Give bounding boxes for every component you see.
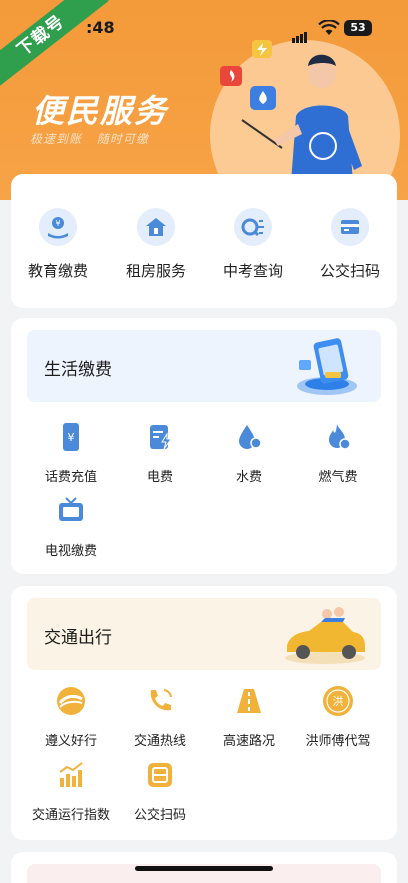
item-label: 高速路况 — [222, 734, 275, 749]
banner-illustration — [220, 40, 362, 196]
highway-icon — [232, 684, 266, 718]
traffic-item-driver[interactable]: 洪 洪师傅代驾 — [293, 684, 383, 749]
bus-scan-icon — [143, 758, 177, 792]
quick-item-bus[interactable]: 公交扫码 — [307, 208, 393, 281]
quick-item-label: 教育缴费 — [27, 262, 88, 280]
item-label: 遵义好行 — [44, 734, 97, 749]
item-label: 话费充值 — [44, 470, 97, 485]
item-label: 电视缴费 — [44, 544, 97, 559]
life-payment-header[interactable]: 生活缴费 — [27, 330, 381, 402]
item-label: 公交扫码 — [133, 808, 186, 823]
traffic-item-bus-scan[interactable]: 公交扫码 — [115, 758, 205, 823]
life-item-tv[interactable]: 电视缴费 — [26, 494, 116, 559]
banner-title: 便民服务 — [32, 92, 169, 130]
quick-services-card: ¥ 教育缴费 租房服务 中考查询 公交扫码 — [11, 174, 397, 308]
banner: :48 53 下载号 便民服务 极速到账 随时可缴 — [0, 0, 408, 200]
watermark-ribbon: 下载号 — [0, 0, 109, 94]
gas-icon — [321, 420, 355, 454]
traffic-item-index[interactable]: 交通运行指数 — [26, 758, 116, 823]
quick-item-label: 租房服务 — [125, 262, 186, 280]
item-label: 交通运行指数 — [31, 808, 110, 823]
item-label: 交通热线 — [133, 734, 186, 749]
item-label: 洪师傅代驾 — [305, 734, 371, 749]
quick-item-rent[interactable]: 租房服务 — [113, 208, 199, 281]
traffic-item-zunyi[interactable]: 遵义好行 — [26, 684, 116, 749]
electricity-icon — [143, 420, 177, 454]
hotline-icon — [143, 684, 177, 718]
phone-recharge-icon: ¥ — [54, 420, 88, 454]
home-indicator[interactable] — [135, 866, 273, 871]
traffic-card: 交通出行 遵义好行 交通热线 高速路况 洪 洪师傅代驾 交通运行指数 公交扫码 — [11, 586, 397, 840]
section-title: 交通出行 — [44, 628, 112, 648]
item-label: 电费 — [146, 470, 173, 485]
life-item-electricity[interactable]: 电费 — [115, 420, 205, 485]
traffic-index-icon — [54, 758, 88, 792]
svg-text:¥: ¥ — [68, 431, 75, 444]
quick-item-label: 中考查询 — [222, 262, 283, 280]
water-icon — [232, 420, 266, 454]
traffic-item-hotline[interactable]: 交通热线 — [115, 684, 205, 749]
svg-text:¥: ¥ — [55, 219, 60, 228]
item-label: 水费 — [235, 470, 262, 485]
banner-subtitle-right: 随时可缴 — [96, 132, 149, 146]
exam-query-icon — [234, 208, 272, 246]
battery-icon: 53 — [344, 20, 372, 36]
quick-item-exam[interactable]: 中考查询 — [210, 208, 296, 281]
car-illustration — [285, 607, 365, 664]
life-item-water[interactable]: 水费 — [204, 420, 294, 485]
bus-card-icon — [331, 208, 369, 246]
phone-pay-illustration — [297, 338, 357, 395]
wifi-icon — [318, 20, 340, 35]
tv-icon — [54, 494, 88, 528]
traffic-item-highway[interactable]: 高速路况 — [204, 684, 294, 749]
life-item-gas[interactable]: 燃气费 — [293, 420, 383, 485]
banner-subtitle-left: 极速到账 — [30, 132, 83, 146]
education-fee-icon: ¥ — [39, 208, 77, 246]
life-item-phone[interactable]: ¥ 话费充值 — [26, 420, 116, 485]
quick-item-label: 公交扫码 — [319, 262, 380, 280]
clock: :48 — [86, 18, 115, 37]
svg-text:洪: 洪 — [333, 694, 344, 708]
house-rent-icon — [137, 208, 175, 246]
zunyi-travel-icon — [54, 684, 88, 718]
life-payment-card: 生活缴费 ¥ 话费充值 电费 水费 燃气费 电视缴费 — [11, 318, 397, 574]
designated-driver-icon: 洪 — [321, 684, 355, 718]
quick-item-education[interactable]: ¥ 教育缴费 — [15, 208, 101, 281]
traffic-header[interactable]: 交通出行 — [27, 598, 381, 670]
item-label: 燃气费 — [318, 470, 358, 485]
banner-subtitle: 极速到账 随时可缴 — [30, 130, 159, 147]
section-title: 生活缴费 — [44, 360, 112, 380]
